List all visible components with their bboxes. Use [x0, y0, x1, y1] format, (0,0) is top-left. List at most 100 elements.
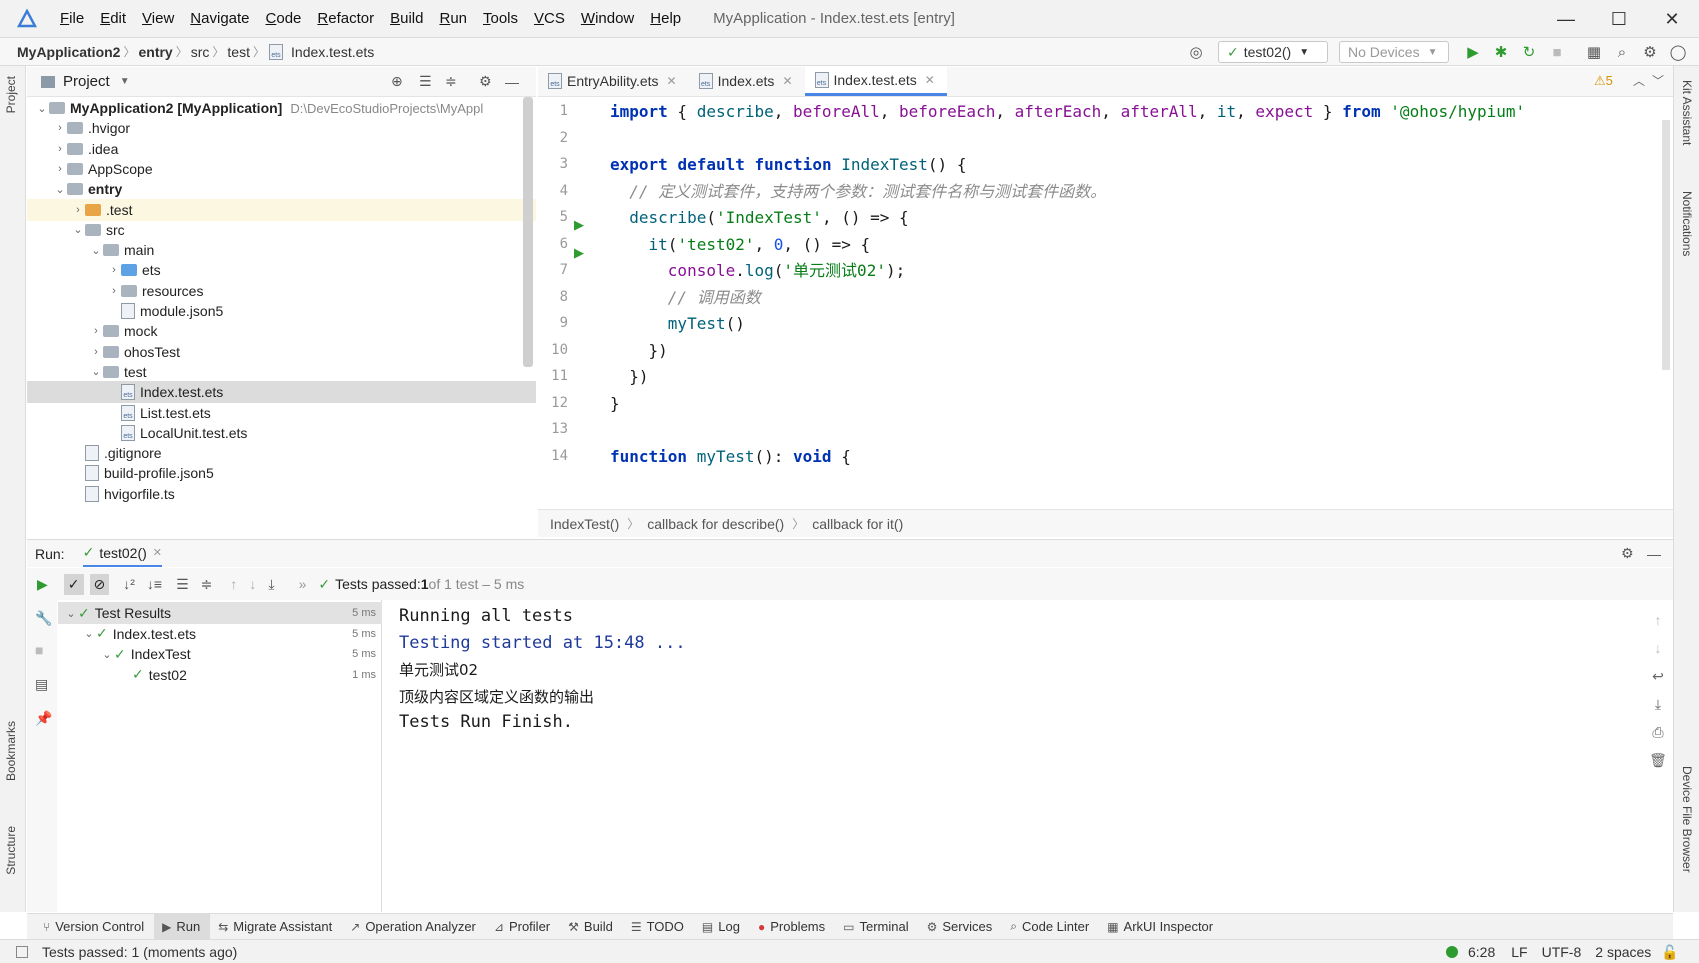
test-result-item[interactable]: ✓ test02 1 ms [58, 664, 382, 686]
warnings-indicator[interactable]: ⚠5 [1594, 73, 1613, 89]
file-encoding[interactable]: UTF-8 [1542, 944, 1582, 960]
tree-scrollbar[interactable] [523, 97, 533, 367]
tree-item[interactable]: ⌄ main [27, 239, 536, 261]
chevron-down-icon[interactable]: ⌄ [89, 365, 103, 378]
expand-all-icon[interactable]: ☰ [419, 73, 432, 90]
export-icon[interactable]: ⤓ [268, 576, 274, 593]
chevron-down-icon[interactable]: ⌄ [35, 102, 49, 115]
status-message[interactable]: Tests passed: 1 (moments ago) [42, 944, 237, 960]
run-test-icon[interactable]: ▶ [574, 245, 584, 261]
chevron-right-icon[interactable]: › [53, 163, 67, 175]
menu-file[interactable]: File [52, 10, 92, 27]
stop-icon[interactable]: ■ [1547, 42, 1567, 62]
editor-tab[interactable]: ets Index.ets ✕ [689, 66, 805, 96]
chevron-up-icon[interactable]: ︿ [1633, 72, 1645, 89]
code-line[interactable]: // 定义测试套件，支持两个参数：测试套件名称与测试套件函数。 [610, 178, 1106, 206]
pin-icon[interactable]: 📌 [35, 710, 52, 727]
sort-duration-icon[interactable]: ↓≡ [147, 576, 162, 592]
tool-tab-build[interactable]: ⚒ Build [560, 914, 623, 940]
debug-icon[interactable]: ✱ [1491, 42, 1511, 62]
rerun-icon[interactable]: ▶ [37, 576, 48, 593]
show-ignored-icon[interactable]: ⊘ [89, 573, 110, 595]
kit-assistant-tab[interactable]: Kit Assistant [1680, 80, 1694, 145]
chevron-right-icon[interactable]: › [53, 143, 67, 155]
project-tool-tab[interactable]: Project [4, 76, 18, 113]
notifications-tab[interactable]: Notifications [1680, 191, 1694, 256]
close-button[interactable]: ✕ [1647, 0, 1697, 38]
chevron-down-icon[interactable]: ⌄ [89, 244, 103, 257]
run-icon[interactable]: ▶ [1463, 42, 1483, 62]
breadcrumb-project[interactable]: MyApplication2 [14, 44, 123, 60]
collapse-all-icon[interactable]: ≑ [201, 576, 213, 593]
code-line[interactable]: }) [610, 363, 648, 391]
hide-panel-icon[interactable]: — [1647, 546, 1661, 562]
print-icon[interactable]: ⎙ [1648, 718, 1668, 746]
code-line[interactable]: // 调用函数 [610, 284, 761, 312]
code-line[interactable]: myTest() [610, 310, 745, 338]
close-icon[interactable]: ✕ [667, 74, 677, 88]
arrow-down-icon[interactable]: ↓ [249, 576, 256, 592]
show-passed-icon[interactable]: ✓ [63, 573, 84, 595]
chevron-right-icon[interactable]: › [107, 285, 121, 297]
tree-item[interactable]: ets LocalUnit.test.ets [27, 422, 536, 444]
editor-scrollbar[interactable] [1662, 120, 1670, 370]
tree-item[interactable]: ⌄ src [27, 219, 536, 241]
code-line[interactable]: function myTest(): void { [610, 443, 851, 471]
tree-item[interactable]: ets List.test.ets [27, 402, 536, 424]
test-result-item[interactable]: ⌄ ✓ Index.test.ets 5 ms [58, 623, 382, 645]
tool-tab-version-control[interactable]: ⑂ Version Control [35, 914, 154, 940]
minimize-button[interactable]: — [1541, 0, 1591, 38]
run-config-select[interactable]: ✓ test02() ▼ [1218, 41, 1328, 63]
code-line[interactable]: import { describe, beforeAll, beforeEach… [610, 98, 1525, 126]
more-icon[interactable]: » [299, 576, 307, 592]
line-separator[interactable]: LF [1511, 944, 1527, 960]
chevron-down-icon[interactable]: ⌄ [100, 648, 114, 661]
tool-tab-terminal[interactable]: ▭ Terminal [835, 914, 918, 940]
scroll-to-end-icon[interactable]: ⤓ [1648, 690, 1668, 718]
menu-tools[interactable]: Tools [475, 10, 526, 27]
tree-item[interactable]: › .hvigor [27, 117, 536, 139]
menu-code[interactable]: Code [258, 10, 310, 27]
arrow-down-icon[interactable]: ↓ [1648, 634, 1668, 662]
target-icon[interactable]: ◎ [1186, 42, 1206, 62]
arrow-up-icon[interactable]: ↑ [230, 576, 237, 592]
breadcrumb-src[interactable]: src [188, 44, 213, 60]
run-test-suite-icon[interactable]: ▶ [574, 217, 584, 233]
tree-item[interactable]: › AppScope [27, 158, 536, 180]
soft-wrap-icon[interactable]: ↩ [1648, 662, 1668, 690]
tree-item[interactable]: › .test [27, 198, 536, 221]
search-icon[interactable]: ⌕ [1612, 42, 1632, 62]
tree-item[interactable]: .gitignore [27, 442, 536, 464]
code-editor[interactable]: import { describe, beforeAll, beforeEach… [610, 98, 1660, 508]
chevron-right-icon[interactable]: › [89, 346, 103, 358]
breadcrumb-test[interactable]: test [224, 44, 253, 60]
chevron-down-icon[interactable]: ▼ [120, 76, 130, 87]
chevron-down-icon[interactable]: ﹀ [1652, 72, 1664, 89]
indent-setting[interactable]: 2 spaces [1595, 944, 1651, 960]
run-console[interactable]: Running all tests Testing started at 15:4… [383, 600, 1643, 912]
chevron-right-icon[interactable]: › [71, 204, 85, 216]
device-select[interactable]: No Devices ▼ [1339, 41, 1449, 63]
chevron-right-icon[interactable]: › [53, 122, 67, 134]
tool-tab-migrate-assistant[interactable]: ⇆ Migrate Assistant [210, 914, 342, 940]
device-file-browser-tab[interactable]: Device File Browser [1680, 766, 1694, 873]
tree-item[interactable]: hvigorfile.ts [27, 483, 536, 505]
lock-icon[interactable]: 🔓 [1661, 944, 1678, 961]
menu-vcs[interactable]: VCS [526, 10, 573, 27]
test-result-item[interactable]: ⌄ ✓ Test Results 5 ms [58, 602, 382, 624]
menu-navigate[interactable]: Navigate [182, 10, 257, 27]
editor-crumb-3[interactable]: callback for it() [812, 516, 903, 532]
chevron-down-icon[interactable]: ⌄ [53, 183, 67, 196]
code-line[interactable]: export default function IndexTest() { [610, 151, 966, 179]
code-line[interactable]: console.log('单元测试02'); [610, 257, 905, 285]
menu-view[interactable]: View [134, 10, 182, 27]
code-line[interactable]: it('test02', 0, () => { [610, 231, 871, 259]
tool-tab-log[interactable]: ▤ Log [694, 914, 750, 940]
menu-build[interactable]: Build [382, 10, 431, 27]
editor-tab[interactable]: ets EntryAbility.ets ✕ [538, 66, 689, 96]
arrow-up-icon[interactable]: ↑ [1648, 606, 1668, 634]
menu-run[interactable]: Run [431, 10, 475, 27]
menu-window[interactable]: Window [573, 10, 642, 27]
tree-item[interactable]: › mock [27, 320, 536, 342]
tree-item[interactable]: ⌄ entry [27, 178, 536, 200]
